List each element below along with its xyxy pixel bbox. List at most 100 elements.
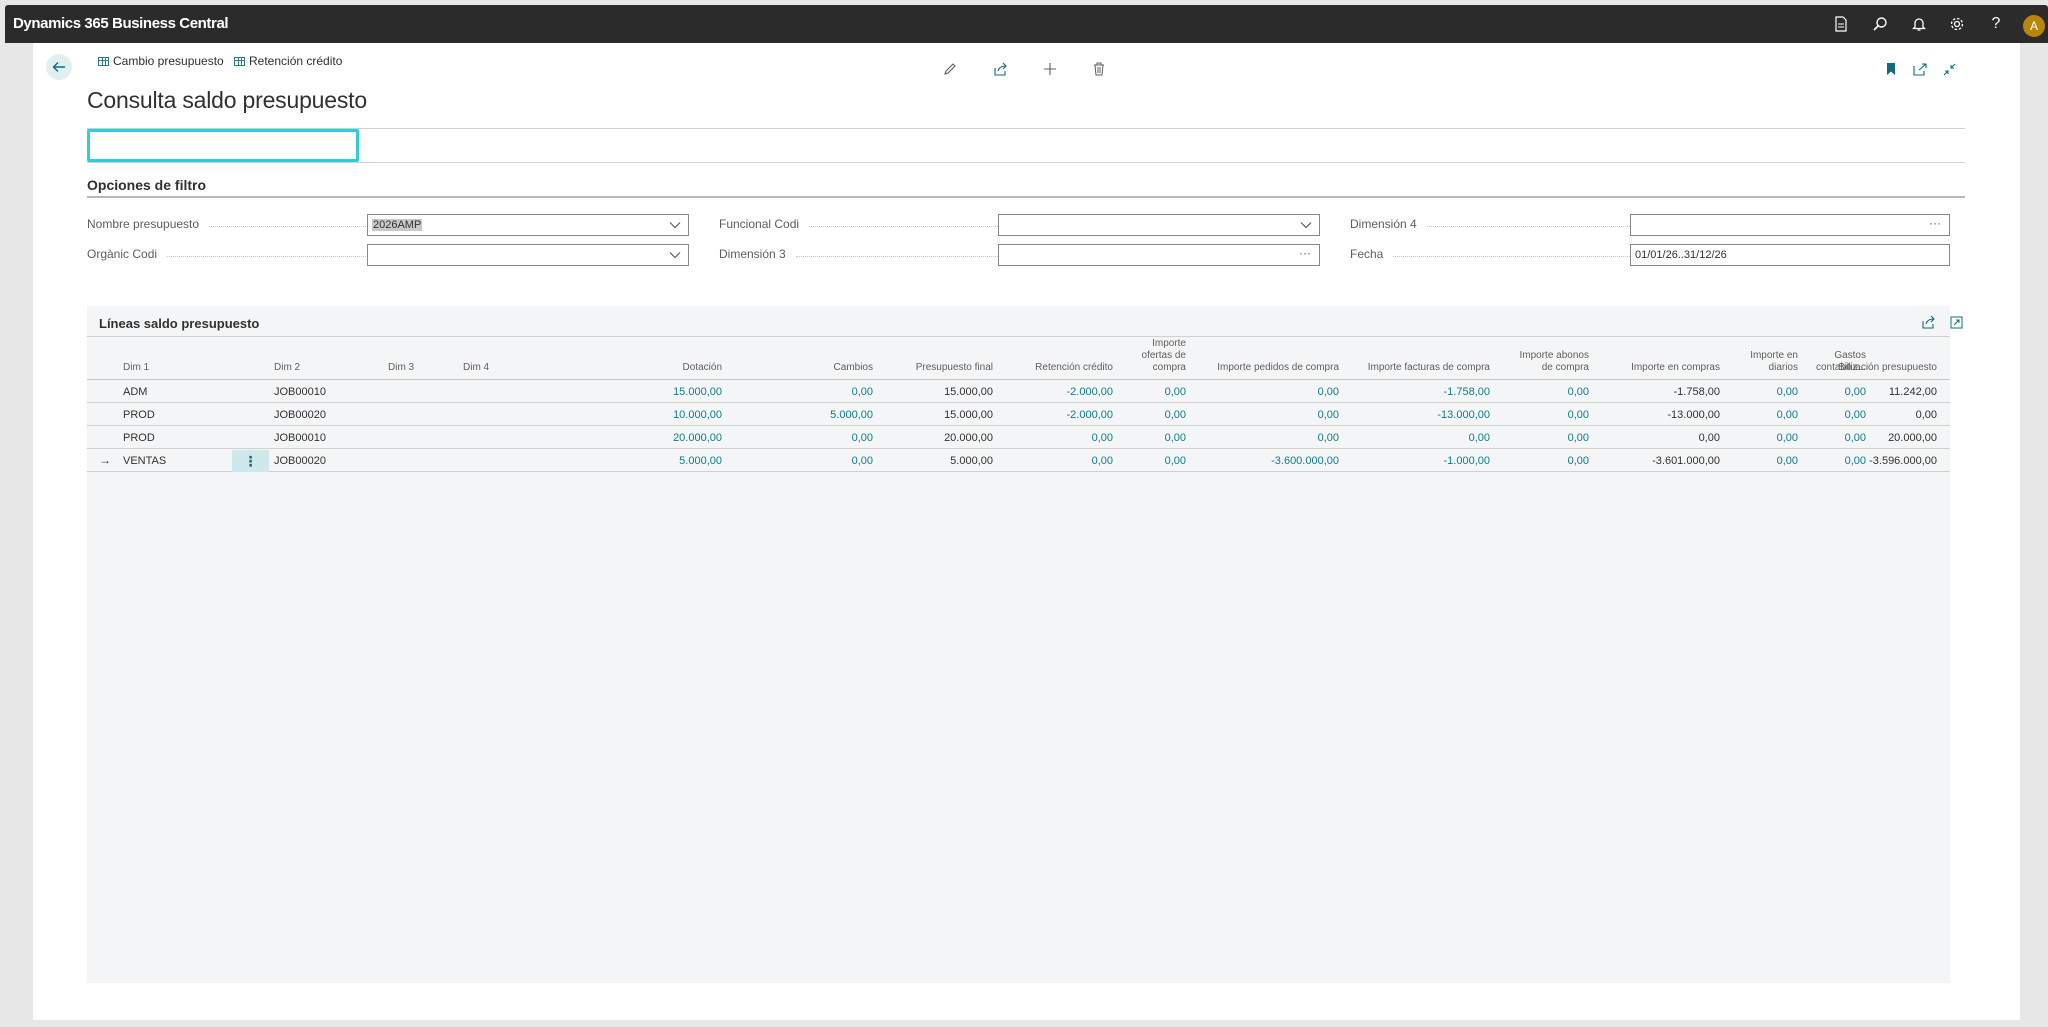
cell-gastos[interactable]: 0,00 [1845, 386, 1866, 398]
cell-pedidos[interactable]: 0,00 [1318, 432, 1339, 444]
col-header-facturas[interactable]: Importe facturas de compra [1368, 362, 1490, 374]
table-row[interactable]: PROD JOB00010 20.000,00 0,00 20.000,00 0,00 0,… [87, 427, 1950, 449]
cell-gastos[interactable]: 0,00 [1845, 409, 1866, 421]
delete-button[interactable] [1087, 57, 1111, 81]
chevron-down-icon[interactable] [1299, 218, 1313, 232]
dimension-4-input[interactable]: ··· [1630, 214, 1950, 236]
cell-situacion: 0,00 [1915, 409, 1937, 421]
cell-dotacion[interactable]: 20.000,00 [673, 432, 722, 444]
table-row[interactable]: PROD JOB00020 10.000,00 5.000,00 15.000,00 -2… [87, 404, 1950, 426]
cell-abonos[interactable]: 0,00 [1568, 386, 1589, 398]
cell-retencion[interactable]: 0,00 [1092, 455, 1113, 467]
fecha-input[interactable]: 01/01/26..31/12/26 [1630, 244, 1950, 266]
col-header-presupuesto-final[interactable]: Presupuesto final [916, 362, 993, 374]
bell-icon[interactable] [1902, 5, 1936, 43]
cell-gastos[interactable]: 0,00 [1845, 455, 1866, 467]
search-icon[interactable] [1863, 5, 1897, 43]
document-icon[interactable] [1824, 5, 1858, 43]
divider [87, 162, 1965, 163]
table-row[interactable]: ADM JOB00010 15.000,00 0,00 15.000,00 -2.000,… [87, 381, 1950, 403]
cell-cambios[interactable]: 0,00 [852, 432, 873, 444]
lookup-more-button[interactable]: ··· [1929, 216, 1941, 230]
open-in-new-icon [1913, 62, 1927, 76]
share-button[interactable] [988, 57, 1012, 81]
col-header-diarios[interactable]: Importe en diarios [1750, 350, 1798, 374]
cell-ofertas[interactable]: 0,00 [1165, 455, 1186, 467]
share-button[interactable] [1918, 312, 1938, 332]
cell-retencion[interactable]: -2.000,00 [1067, 409, 1113, 421]
lines-title: Líneas saldo presupuesto [99, 316, 260, 331]
retencion-credito-action[interactable]: Retención crédito [234, 54, 342, 68]
table-icon [234, 56, 245, 66]
col-header-ofertas[interactable]: Importe ofertas de compra [1142, 338, 1186, 374]
cell-ofertas[interactable]: 0,00 [1165, 432, 1186, 444]
cell-facturas[interactable]: 0,00 [1469, 432, 1490, 444]
open-new-window-button[interactable] [1908, 57, 1932, 81]
cell-abonos[interactable]: 0,00 [1568, 432, 1589, 444]
cell-facturas[interactable]: -1.758,00 [1444, 386, 1490, 398]
chevron-down-icon[interactable] [668, 248, 682, 262]
col-header-dim1[interactable]: Dim 1 [123, 362, 149, 374]
divider [87, 128, 1965, 129]
col-header-dim2[interactable]: Dim 2 [274, 362, 300, 374]
chevron-down-icon[interactable] [668, 218, 682, 232]
col-header-dotacion[interactable]: Dotación [683, 362, 722, 374]
lookup-more-button[interactable]: ··· [1299, 246, 1311, 260]
cell-facturas[interactable]: -13.000,00 [1437, 409, 1490, 421]
nombre-presupuesto-label: Nombre presupuesto [87, 217, 392, 231]
cambio-presupuesto-action[interactable]: Cambio presupuesto [98, 54, 224, 68]
nombre-presupuesto-value: 2026AMP [372, 219, 423, 231]
col-header-cambios[interactable]: Cambios [834, 362, 873, 374]
edit-button[interactable] [938, 57, 962, 81]
cell-abonos[interactable]: 0,00 [1568, 409, 1589, 421]
help-icon[interactable]: ? [1979, 5, 2013, 43]
funcional-codi-select[interactable] [998, 214, 1320, 236]
col-header-dim3[interactable]: Dim 3 [388, 362, 414, 374]
table-row[interactable]: → ⋮ VENTAS JOB00020 5.000,00 0,00 5.000,00 0,00… [87, 450, 1950, 472]
expand-button[interactable] [1947, 312, 1965, 332]
cell-diarios[interactable]: 0,00 [1777, 409, 1798, 421]
cell-retencion[interactable]: 0,00 [1092, 432, 1113, 444]
cell-en-compras: -3.601.000,00 [1652, 455, 1720, 467]
cell-cambios[interactable]: 5.000,00 [830, 409, 873, 421]
cell-dotacion[interactable]: 15.000,00 [673, 386, 722, 398]
cell-diarios[interactable]: 0,00 [1777, 455, 1798, 467]
current-row-arrow-icon: → [99, 453, 111, 467]
cell-ofertas[interactable]: 0,00 [1165, 409, 1186, 421]
gear-icon[interactable] [1940, 5, 1974, 43]
cell-gastos[interactable]: 0,00 [1845, 432, 1866, 444]
back-button[interactable] [46, 54, 72, 80]
col-header-abonos[interactable]: Importe abonos de compra [1520, 350, 1590, 374]
cell-cambios[interactable]: 0,00 [852, 455, 873, 467]
cell-pedidos[interactable]: -3.600.000,00 [1271, 455, 1339, 467]
table-icon [98, 56, 109, 66]
cell-retencion[interactable]: -2.000,00 [1067, 386, 1113, 398]
col-header-retencion[interactable]: Retención crédito [1035, 362, 1113, 374]
cell-dotacion[interactable]: 5.000,00 [679, 455, 722, 467]
dimension-3-input[interactable]: ··· [998, 244, 1320, 266]
new-button[interactable] [1038, 57, 1062, 81]
cell-facturas[interactable]: -1.000,00 [1444, 455, 1490, 467]
organic-codi-select[interactable] [367, 244, 689, 266]
cell-diarios[interactable]: 0,00 [1777, 386, 1798, 398]
cell-abonos[interactable]: 0,00 [1568, 455, 1589, 467]
cell-pedidos[interactable]: 0,00 [1318, 409, 1339, 421]
col-header-en-compras[interactable]: Importe en compras [1631, 362, 1720, 374]
nombre-presupuesto-select[interactable]: 2026AMP [367, 214, 689, 236]
plus-icon [1044, 63, 1056, 75]
col-header-dim4[interactable]: Dim 4 [463, 362, 489, 374]
bookmark-button[interactable] [1879, 57, 1903, 81]
collapse-icon [1943, 63, 1955, 75]
cell-ofertas[interactable]: 0,00 [1165, 386, 1186, 398]
col-header-pedidos[interactable]: Importe pedidos de compra [1217, 362, 1339, 374]
trash-icon [1094, 62, 1104, 76]
row-menu-button[interactable]: ⋮ [232, 450, 269, 472]
cell-pedidos[interactable]: 0,00 [1318, 386, 1339, 398]
cell-diarios[interactable]: 0,00 [1777, 432, 1798, 444]
cell-situacion: 11.242,00 [1888, 386, 1937, 398]
collapse-button[interactable] [1937, 57, 1961, 81]
col-header-situacion[interactable]: Situación presupuesto [1838, 362, 1937, 374]
cell-dotacion[interactable]: 10.000,00 [673, 409, 722, 421]
cell-cambios[interactable]: 0,00 [852, 386, 873, 398]
user-avatar[interactable]: A [2023, 15, 2045, 37]
